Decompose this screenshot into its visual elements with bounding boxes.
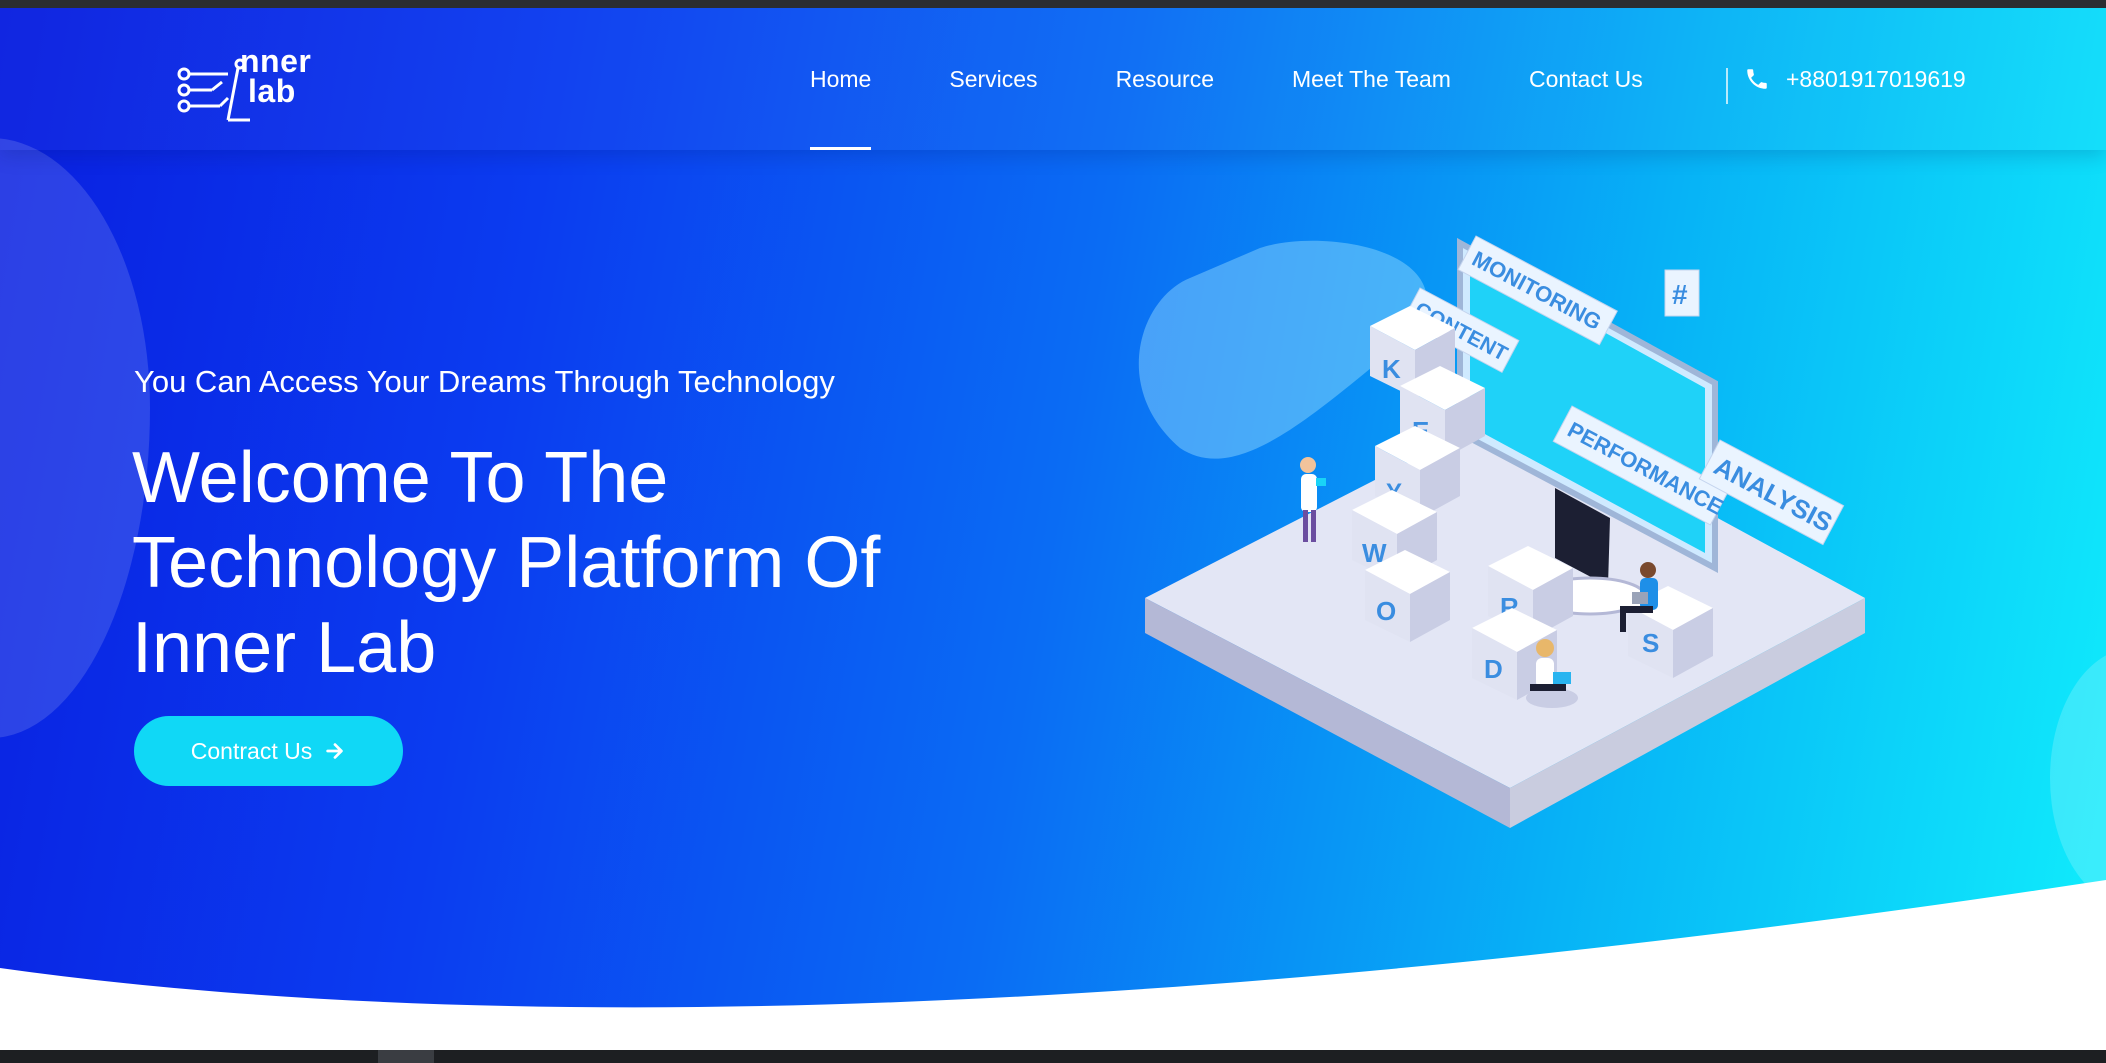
bottom-wave [0,880,2106,1050]
browser-top-bar [0,0,2106,8]
browser-bottom-bar [0,1050,2106,1063]
hero-section: nner lab Home Services Resource Meet The… [0,8,2106,1050]
browser-tab[interactable] [378,1050,434,1063]
